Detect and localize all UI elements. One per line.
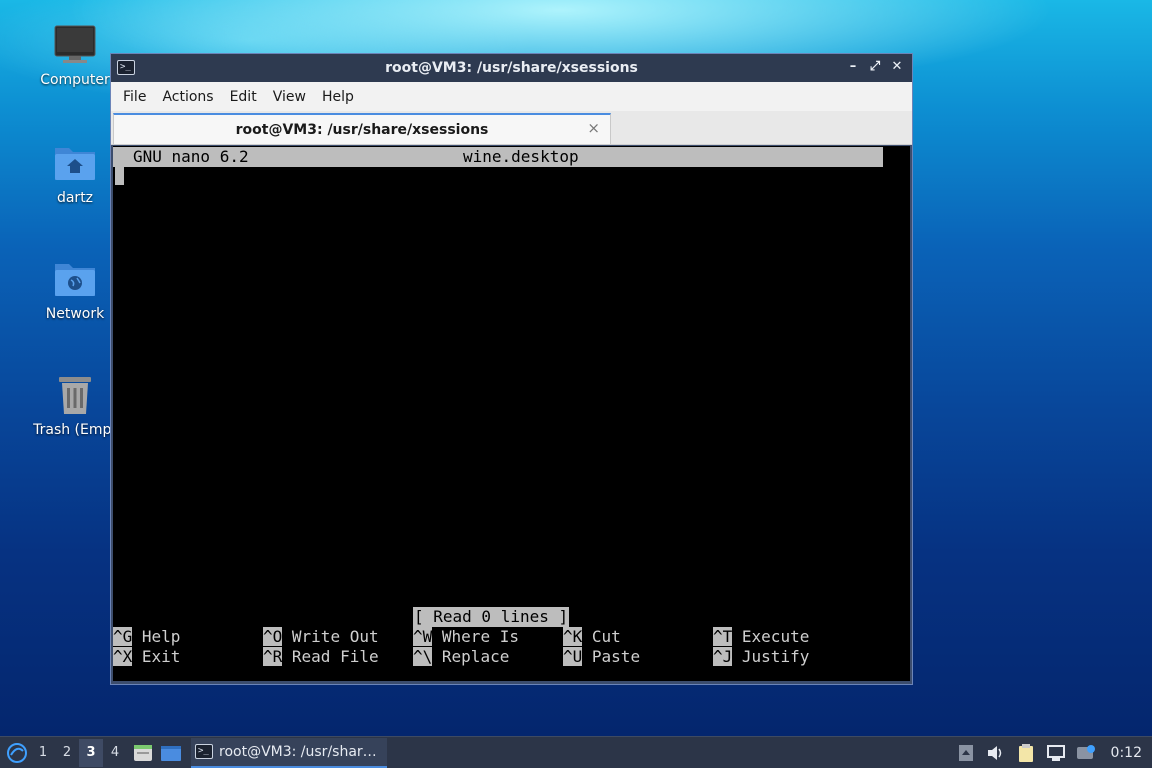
text-cursor — [115, 167, 124, 185]
shortcut-write-out: ^O Write Out — [263, 627, 379, 646]
menu-edit[interactable]: Edit — [222, 89, 265, 105]
menu-view[interactable]: View — [265, 89, 314, 105]
workspace-1[interactable]: 1 — [31, 739, 55, 767]
shortcut-replace: ^\ Replace — [413, 647, 510, 666]
home-folder-icon — [53, 142, 97, 184]
nano-filename: wine.desktop — [463, 147, 579, 166]
workspace-2[interactable]: 2 — [55, 739, 79, 767]
taskbar-task-terminal[interactable]: >_ root@VM3: /usr/shar… — [191, 737, 387, 768]
shortcut-paste: ^U Paste — [563, 647, 641, 666]
menu-file[interactable]: File — [115, 89, 154, 105]
menu-actions[interactable]: Actions — [154, 89, 221, 105]
shortcut-execute: ^T Execute — [713, 627, 810, 646]
taskbar-task-label: root@VM3: /usr/shar… — [219, 743, 377, 760]
workspace-3[interactable]: 3 — [79, 738, 103, 767]
tray-arrow-icon[interactable] — [955, 742, 977, 764]
tab-title: root@VM3: /usr/share/xsessions — [235, 121, 489, 138]
trash-icon — [53, 374, 97, 416]
notification-icon[interactable] — [1075, 742, 1097, 764]
shortcut-cut: ^K Cut — [563, 627, 621, 646]
minimize-button[interactable]: – — [844, 58, 862, 76]
terminal-icon: >_ — [195, 744, 213, 759]
nano-header: GNU nano 6.2 wine.desktop — [113, 147, 883, 167]
lubuntu-logo-icon — [7, 742, 27, 763]
clock[interactable]: 0:12 — [1111, 745, 1142, 761]
tab-bar: root@VM3: /usr/share/xsessions × — [111, 111, 912, 145]
tab-close-icon[interactable]: × — [587, 119, 600, 137]
file-manager-icon[interactable] — [131, 741, 155, 765]
taskbar: 1 2 3 4 >_ root@VM3: /usr/shar… 0:12 — [0, 736, 1152, 768]
shortcut-where-is: ^W Where Is — [413, 627, 519, 646]
window-titlebar[interactable]: >_ root@VM3: /usr/share/xsessions – ⤢ ✕ — [111, 54, 912, 82]
terminal-window[interactable]: >_ root@VM3: /usr/share/xsessions – ⤢ ✕ … — [110, 53, 913, 685]
nano-version: GNU nano 6.2 — [133, 147, 249, 166]
start-menu-button[interactable] — [3, 739, 31, 767]
close-button[interactable]: ✕ — [888, 58, 906, 76]
clipboard-icon[interactable] — [1015, 742, 1037, 764]
terminal-icon: >_ — [117, 60, 135, 75]
show-desktop-icon[interactable] — [159, 741, 183, 765]
tab-terminal[interactable]: root@VM3: /usr/share/xsessions × — [113, 113, 611, 144]
window-title: root@VM3: /usr/share/xsessions — [385, 60, 638, 76]
network-folder-icon — [53, 258, 97, 300]
monitor-icon — [53, 24, 97, 66]
workspace-4[interactable]: 4 — [103, 739, 127, 767]
network-wired-icon[interactable] — [1045, 742, 1067, 764]
shortcut-exit: ^X Exit — [113, 647, 181, 666]
nano-status: [ Read 0 lines ] — [413, 607, 570, 627]
menu-bar: File Actions Edit View Help — [111, 82, 912, 111]
shortcut-justify: ^J Justify — [713, 647, 810, 666]
maximize-button[interactable]: ⤢ — [866, 58, 884, 76]
volume-icon[interactable] — [985, 742, 1007, 764]
terminal-area[interactable]: GNU nano 6.2 wine.desktop [ Read 0 lines… — [113, 146, 910, 681]
menu-help[interactable]: Help — [314, 89, 362, 105]
shortcut-help: ^G Help — [113, 627, 181, 646]
system-tray: 0:12 — [955, 737, 1152, 768]
shortcut-read-file: ^R Read File — [263, 647, 379, 666]
